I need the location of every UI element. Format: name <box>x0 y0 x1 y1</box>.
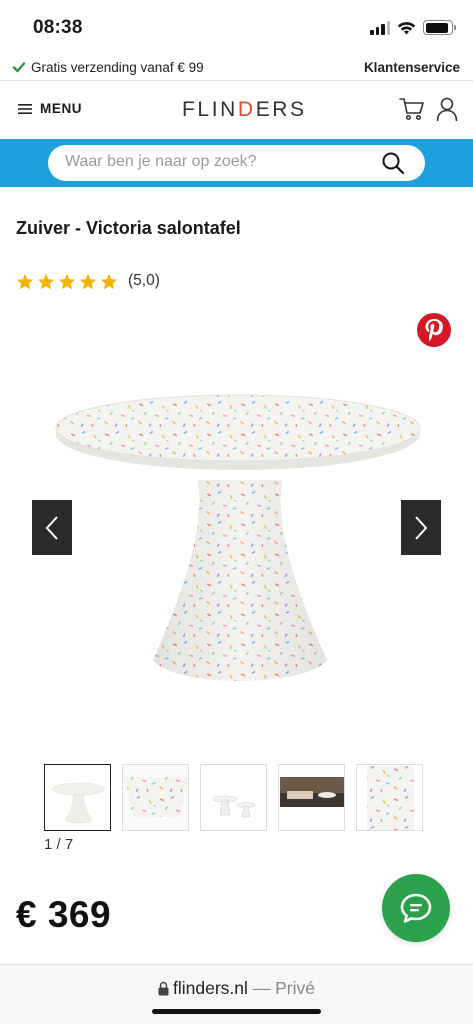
chat-button[interactable] <box>382 874 450 942</box>
browser-url: flinders.nl — Privé <box>0 978 473 999</box>
logo-text-suffix: ERS <box>255 98 307 121</box>
chat-icon <box>400 893 432 923</box>
product-price: € 369 <box>16 894 112 935</box>
site-header: MENU FLINDERS <box>0 82 473 139</box>
gallery-next-button[interactable] <box>401 500 441 555</box>
thumbnail-3[interactable] <box>200 764 267 831</box>
product-title: Zuiver - Victoria salontafel <box>16 218 241 238</box>
product-gallery[interactable] <box>0 370 473 710</box>
cart-button[interactable] <box>399 97 425 126</box>
thumbnail-2[interactable] <box>122 764 189 831</box>
battery-icon <box>423 20 456 35</box>
status-bar: 08:38 <box>0 0 473 56</box>
chevron-right-icon <box>415 515 428 540</box>
wifi-icon <box>397 21 416 34</box>
search-icon <box>382 152 405 175</box>
signal-icon <box>370 20 390 35</box>
star-icon <box>16 273 34 289</box>
flinders-logo[interactable]: FLINDERS <box>182 98 307 122</box>
thumbnail-5[interactable] <box>356 764 423 831</box>
thumbnail-image <box>201 765 266 830</box>
check-icon <box>12 62 26 73</box>
thumbnail-1[interactable] <box>44 764 111 831</box>
gallery-prev-button[interactable] <box>32 500 72 555</box>
status-icons <box>370 20 456 35</box>
home-indicator[interactable] <box>152 1009 321 1014</box>
search-band <box>0 139 473 187</box>
shipping-bar: Gratis verzending vanaf € 99 Klantenserv… <box>0 56 473 81</box>
cart-icon <box>399 98 424 121</box>
search-box[interactable] <box>48 145 425 181</box>
thumbnail-image <box>123 765 188 830</box>
browser-domain: flinders.nl <box>172 978 248 998</box>
thumbnail-image <box>357 765 422 830</box>
star-icon <box>79 273 97 289</box>
thumbnail-image <box>52 782 105 824</box>
thumbnail-image <box>279 765 344 830</box>
menu-label: MENU <box>40 101 83 116</box>
star-icon <box>37 273 55 289</box>
customer-service-link[interactable]: Klantenservice <box>364 60 460 75</box>
star-icon <box>100 273 118 289</box>
free-shipping-text: Gratis verzending vanaf € 99 <box>31 60 204 75</box>
search-button[interactable] <box>381 151 405 180</box>
hamburger-icon <box>18 103 32 114</box>
rating-value: (5,0) <box>128 272 160 289</box>
logo-text-prefix: FLIN <box>182 98 238 121</box>
account-button[interactable] <box>436 97 458 127</box>
rating-stars <box>16 273 118 290</box>
lock-icon <box>158 981 169 996</box>
browser-url-bar[interactable]: flinders.nl — Privé <box>0 964 473 1024</box>
star-icon <box>58 273 76 289</box>
menu-button[interactable]: MENU <box>18 101 82 116</box>
chevron-left-icon <box>45 515 58 540</box>
pinterest-share-button[interactable] <box>417 313 451 347</box>
thumbnail-4[interactable] <box>278 764 345 831</box>
user-icon <box>436 97 458 122</box>
logo-text-highlight: D <box>237 98 256 121</box>
gallery-counter: 1 / 7 <box>44 836 74 853</box>
search-input[interactable] <box>65 153 365 171</box>
pinterest-icon <box>425 319 443 342</box>
gallery-thumbnails <box>44 764 423 831</box>
product-rating[interactable]: (5,0) <box>16 272 160 290</box>
status-time: 08:38 <box>33 17 83 38</box>
browser-private-mode: — Privé <box>247 978 315 998</box>
